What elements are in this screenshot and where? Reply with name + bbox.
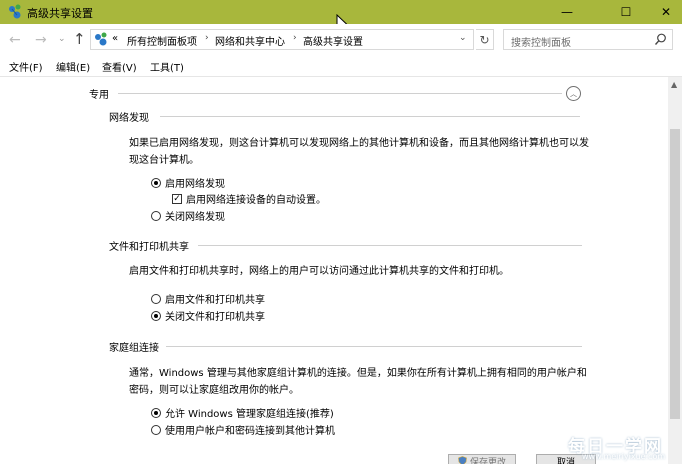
- up-arrow-icon[interactable]: ↑: [73, 30, 86, 48]
- settings-content: 专用 ︿ 网络发现 如果已启用网络发现，则这台计算机可以发现网络上的其他计算机和…: [0, 76, 682, 464]
- menu-file[interactable]: 文件(F): [9, 59, 43, 74]
- collapse-chevron-icon[interactable]: ︿: [566, 86, 581, 101]
- divider: [160, 116, 580, 117]
- search-placeholder[interactable]: 搜索控制面板: [511, 34, 571, 49]
- file-printer-sharing-title: 文件和打印机共享: [109, 242, 189, 253]
- divider: [198, 245, 582, 246]
- vertical-scrollbar[interactable]: ▲: [668, 77, 682, 464]
- radio-label[interactable]: 关闭网络发现: [165, 208, 225, 223]
- control-panel-icon: [95, 32, 107, 46]
- back-arrow-icon[interactable]: ←: [9, 32, 21, 48]
- forward-arrow-icon[interactable]: →: [35, 32, 47, 48]
- network-discovery-description: 如果已启用网络发现，则这台计算机可以发现网络上的其他计算机和设备，而且其他网络计…: [129, 138, 589, 166]
- site-watermark: 每日一学网 www.meiriyixue.com: [560, 432, 682, 464]
- breadcrumb-separator-icon[interactable]: ›: [293, 33, 297, 43]
- breadcrumb-network-center[interactable]: 网络和共享中心: [215, 33, 285, 48]
- divider: [118, 93, 562, 94]
- refresh-icon[interactable]: ↻: [476, 29, 494, 50]
- radio-button[interactable]: [151, 424, 161, 435]
- profile-title: 专用: [89, 90, 109, 101]
- address-dropdown-icon[interactable]: ⌄: [459, 33, 467, 43]
- radio-button[interactable]: [151, 177, 161, 188]
- breadcrumb-all-control-panel[interactable]: 所有控制面板项: [127, 33, 197, 48]
- checkbox-checked-icon[interactable]: ✓: [172, 193, 182, 204]
- homegroup-title: 家庭组连接: [109, 343, 159, 354]
- radio-label[interactable]: 启用网络发现: [165, 175, 225, 190]
- radio-use-user-accounts[interactable]: 使用用户帐户和密码连接到其他计算机: [151, 422, 335, 437]
- radio-windows-manage-homegroup[interactable]: 允许 Windows 管理家庭组连接(推荐): [151, 405, 334, 420]
- radio-label[interactable]: 使用用户帐户和密码连接到其他计算机: [165, 422, 335, 437]
- minimize-button[interactable]: —: [544, 0, 590, 24]
- close-button[interactable]: ✕: [643, 0, 682, 24]
- watermark-url: www.meiriyixue.com: [582, 452, 666, 461]
- network-app-icon: [9, 4, 21, 19]
- scrollbar-thumb[interactable]: [670, 129, 680, 419]
- radio-enable-file-sharing[interactable]: 启用文件和打印机共享: [151, 291, 265, 306]
- divider: [166, 346, 582, 347]
- radio-button[interactable]: [151, 210, 161, 221]
- menu-view[interactable]: 查看(V): [102, 59, 137, 74]
- window-title: 高级共享设置: [27, 7, 93, 20]
- radio-button[interactable]: [151, 293, 161, 304]
- radio-label[interactable]: 启用文件和打印机共享: [165, 291, 265, 306]
- breadcrumb-overflow[interactable]: «: [112, 33, 118, 44]
- radio-enable-network-discovery[interactable]: 启用网络发现: [151, 175, 225, 190]
- homegroup-description: 通常，Windows 管理与其他家庭组计算机的连接。但是，如果你在所有计算机上拥…: [129, 368, 587, 396]
- radio-disable-file-sharing[interactable]: 关闭文件和打印机共享: [151, 308, 265, 323]
- breadcrumb-advanced-sharing[interactable]: 高级共享设置: [303, 33, 363, 48]
- radio-button[interactable]: [151, 407, 161, 418]
- radio-label[interactable]: 允许 Windows 管理家庭组连接(推荐): [165, 405, 334, 420]
- scroll-up-arrow-icon[interactable]: ▲: [671, 80, 677, 89]
- menu-tools[interactable]: 工具(T): [150, 59, 184, 74]
- radio-button[interactable]: [151, 310, 161, 321]
- save-changes-label[interactable]: 保存更改: [470, 455, 506, 464]
- file-printer-sharing-description: 启用文件和打印机共享时，网络上的用户可以访问通过此计算机共享的文件和打印机。: [129, 266, 509, 277]
- recent-locations-dropdown-icon[interactable]: ⌄: [58, 34, 66, 44]
- search-icon[interactable]: [654, 33, 667, 46]
- network-discovery-title: 网络发现: [109, 113, 149, 124]
- search-box[interactable]: 搜索控制面板: [503, 29, 673, 50]
- menu-edit[interactable]: 编辑(E): [56, 59, 90, 74]
- save-changes-button[interactable]: 保存更改: [448, 454, 516, 464]
- address-bar[interactable]: « 所有控制面板项 › 网络和共享中心 › 高级共享设置 ⌄: [90, 29, 474, 50]
- checkbox-auto-setup[interactable]: ✓ 启用网络连接设备的自动设置。: [172, 191, 326, 206]
- navigation-bar: ← → ⌄ ↑ « 所有控制面板项 › 网络和共享中心 › 高级共享设置 ⌄ ↻…: [0, 24, 682, 56]
- radio-label[interactable]: 关闭文件和打印机共享: [165, 308, 265, 323]
- breadcrumb-separator-icon[interactable]: ›: [205, 33, 209, 43]
- checkbox-label[interactable]: 启用网络连接设备的自动设置。: [186, 191, 326, 206]
- menu-bar: 文件(F) 编辑(E) 查看(V) 工具(T): [0, 56, 682, 76]
- shield-icon: [458, 456, 467, 464]
- radio-disable-network-discovery[interactable]: 关闭网络发现: [151, 208, 225, 223]
